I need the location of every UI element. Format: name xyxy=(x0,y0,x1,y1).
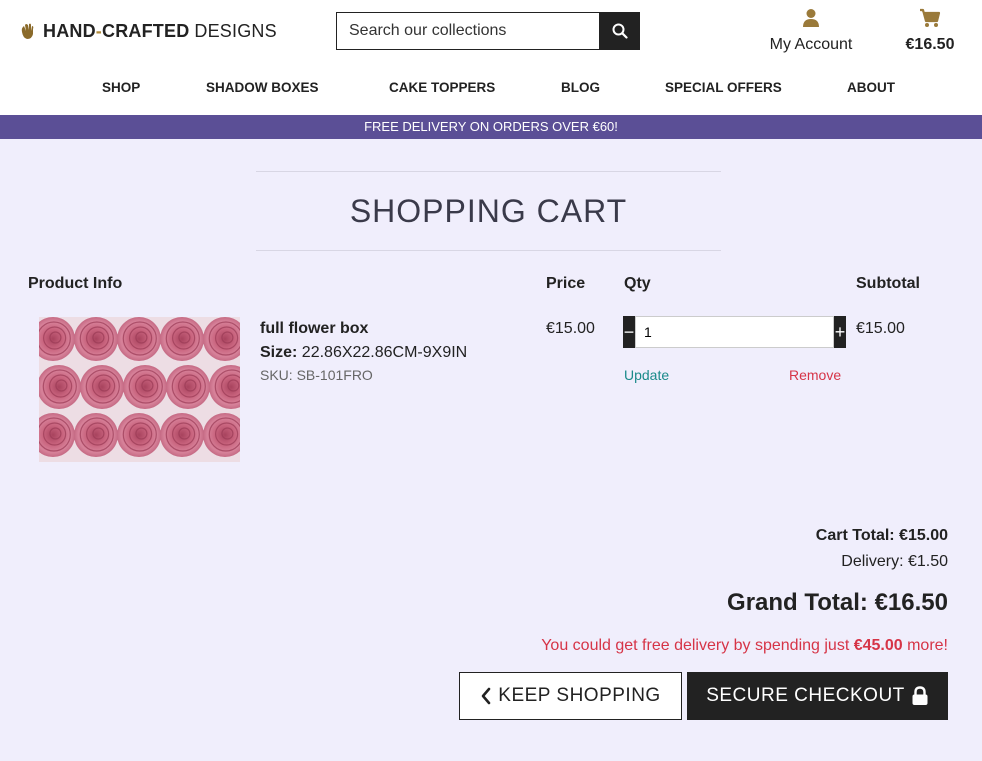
header-subtotal: Subtotal xyxy=(856,275,920,292)
rose-pattern xyxy=(39,317,240,462)
keep-shopping-button[interactable]: KEEP SHOPPING xyxy=(459,672,682,720)
header-qty: Qty xyxy=(624,275,651,292)
free-msg-post: more! xyxy=(902,637,948,654)
free-delivery-message: You could get free delivery by spending … xyxy=(541,637,948,655)
logo-text-designs: DESIGNS xyxy=(194,20,277,41)
nav-item-shop[interactable]: SHOP xyxy=(102,80,140,95)
site-header: HAND - CRAFTED DESIGNS My Account €16.50… xyxy=(0,0,982,115)
product-sku: SKU: SB-101FRO xyxy=(260,367,373,383)
cart-total: Cart Total: €15.00 xyxy=(815,527,948,544)
logo-text-hand: HAND xyxy=(43,20,96,41)
hand-logo-icon xyxy=(21,23,34,39)
product-price: €15.00 xyxy=(546,320,595,337)
remove-link[interactable]: Remove xyxy=(789,367,841,383)
nav-item-special-offers[interactable]: SPECIAL OFFERS xyxy=(665,80,782,95)
search-input[interactable] xyxy=(336,12,599,50)
user-icon xyxy=(803,9,819,27)
chevron-left-icon xyxy=(481,687,491,705)
product-image[interactable] xyxy=(39,317,240,462)
cart-link[interactable]: €16.50 xyxy=(896,8,964,54)
nav-item-shadow-boxes[interactable]: SHADOW BOXES xyxy=(206,80,319,95)
product-size: Size: 22.86X22.86CM-9X9IN xyxy=(260,344,467,362)
site-logo[interactable]: HAND - CRAFTED DESIGNS xyxy=(19,20,277,42)
main-nav: SHOP SHADOW BOXES CAKE TOPPERS BLOG SPEC… xyxy=(0,80,982,98)
page-title: SHOPPING CART xyxy=(349,192,628,229)
header-product-info: Product Info xyxy=(28,275,123,292)
keep-shopping-label: KEEP SHOPPING xyxy=(498,685,661,706)
decrease-qty-button[interactable]: − xyxy=(623,316,635,348)
increase-qty-button[interactable]: + xyxy=(834,316,846,348)
search-icon xyxy=(612,23,628,39)
quantity-stepper: − + xyxy=(623,316,846,348)
cart-total-amount: €16.50 xyxy=(905,36,955,53)
nav-item-blog[interactable]: BLOG xyxy=(561,80,600,95)
delivery-cost: Delivery: €1.50 xyxy=(841,553,948,570)
header-price: Price xyxy=(546,275,586,292)
free-msg-amount: €45.00 xyxy=(853,637,903,654)
product-subtotal: €15.00 xyxy=(856,320,905,337)
quantity-input[interactable] xyxy=(635,316,834,348)
search-button[interactable] xyxy=(599,12,640,50)
product-size-label: Size: xyxy=(260,344,298,361)
page-title-block: SHOPPING CART xyxy=(256,171,721,251)
logo-text-crafted: CRAFTED xyxy=(102,20,190,41)
grand-total: Grand Total: €16.50 xyxy=(727,589,948,616)
product-name[interactable]: full flower box xyxy=(260,320,368,338)
cart-icon xyxy=(920,8,941,27)
search-bar xyxy=(336,12,640,50)
my-account-link[interactable]: My Account xyxy=(756,8,866,54)
nav-item-cake-toppers[interactable]: CAKE TOPPERS xyxy=(389,80,495,95)
secure-checkout-label: SECURE CHECKOUT xyxy=(706,685,905,706)
nav-item-about[interactable]: ABOUT xyxy=(847,80,895,95)
product-size-value: 22.86X22.86CM-9X9IN xyxy=(301,344,468,361)
secure-checkout-button[interactable]: SECURE CHECKOUT xyxy=(687,672,948,720)
free-msg-pre: You could get free delivery by spending … xyxy=(541,637,854,654)
free-delivery-banner: FREE DELIVERY ON ORDERS OVER €60! xyxy=(0,115,982,139)
update-link[interactable]: Update xyxy=(624,367,669,383)
cart-totals: Cart Total: €15.00 Delivery: €1.50 Grand… xyxy=(727,527,948,617)
lock-icon xyxy=(912,686,928,705)
my-account-label: My Account xyxy=(769,36,853,53)
